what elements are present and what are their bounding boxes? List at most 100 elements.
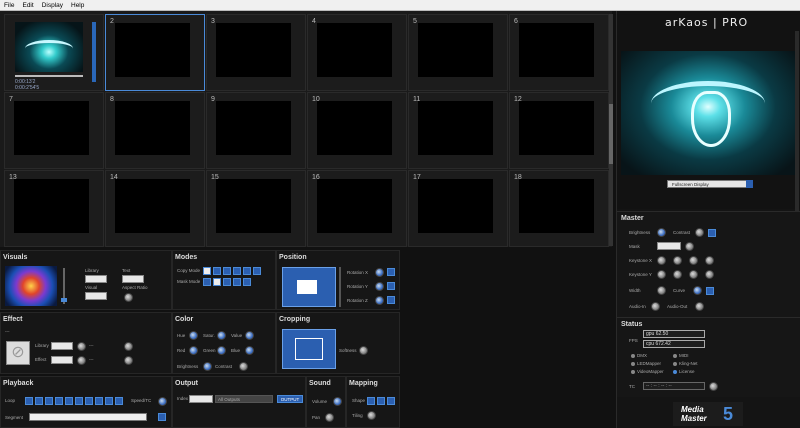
volume-knob[interactable] bbox=[333, 397, 342, 406]
menu-help[interactable]: Help bbox=[67, 2, 88, 9]
position-slider[interactable] bbox=[339, 267, 341, 307]
keystone-x-knob-2[interactable] bbox=[673, 256, 682, 265]
effect-effect-knob[interactable] bbox=[77, 356, 86, 365]
curve-btn[interactable] bbox=[706, 287, 714, 295]
library-field[interactable] bbox=[85, 275, 107, 283]
clip-cell-10[interactable]: 10 bbox=[307, 92, 407, 169]
visual-field[interactable] bbox=[85, 292, 107, 300]
menu-file[interactable]: File bbox=[0, 2, 18, 9]
copy-mode-btn-3[interactable] bbox=[223, 267, 231, 275]
grid-scrollbar[interactable] bbox=[609, 14, 613, 246]
rotation-z-btn[interactable] bbox=[387, 296, 395, 304]
shape-btn-3[interactable] bbox=[387, 397, 395, 405]
master-brightness-knob[interactable] bbox=[657, 228, 666, 237]
cropping-preview[interactable] bbox=[282, 329, 336, 369]
clip-empty-thumbnail[interactable] bbox=[14, 101, 89, 155]
keystone-y-knob-1[interactable] bbox=[657, 270, 666, 279]
mask-mode-btn-3[interactable] bbox=[223, 278, 231, 286]
clip-empty-thumbnail[interactable] bbox=[519, 179, 594, 233]
clip-empty-thumbnail[interactable] bbox=[216, 101, 291, 155]
keystone-x-knob-1[interactable] bbox=[657, 256, 666, 265]
clip-cell-13[interactable]: 13 bbox=[4, 170, 104, 247]
tiling-knob[interactable] bbox=[367, 411, 376, 420]
segment-pause-btn[interactable] bbox=[158, 413, 166, 421]
effect-effect-field[interactable] bbox=[51, 356, 73, 364]
blue-knob[interactable] bbox=[245, 346, 254, 355]
effect-param-knob-1[interactable] bbox=[124, 342, 133, 351]
effect-param-knob-2[interactable] bbox=[124, 356, 133, 365]
clip-cell-4[interactable]: 4 bbox=[307, 14, 407, 91]
segment-bar[interactable] bbox=[29, 413, 147, 421]
clip-cell-18[interactable]: 18 bbox=[509, 170, 609, 247]
clip-cell-3[interactable]: 3 bbox=[206, 14, 306, 91]
clip-cell-8[interactable]: 8 bbox=[105, 92, 205, 169]
clip-thumbnail[interactable] bbox=[15, 22, 83, 72]
mask-mode-btn-2[interactable] bbox=[213, 278, 221, 286]
effect-library-knob[interactable] bbox=[77, 342, 86, 351]
clip-empty-thumbnail[interactable] bbox=[418, 23, 493, 77]
shape-btn-2[interactable] bbox=[377, 397, 385, 405]
mask-mode-btn-4[interactable] bbox=[233, 278, 241, 286]
copy-mode-btn-5[interactable] bbox=[243, 267, 251, 275]
rotation-x-btn[interactable] bbox=[387, 268, 395, 276]
clip-cell-5[interactable]: 5 bbox=[408, 14, 508, 91]
forward-btn[interactable] bbox=[95, 397, 103, 405]
shape-btn-1[interactable] bbox=[367, 397, 375, 405]
text-field[interactable] bbox=[122, 275, 144, 283]
rotation-y-btn[interactable] bbox=[387, 282, 395, 290]
keystone-x-knob-3[interactable] bbox=[689, 256, 698, 265]
curve-knob[interactable] bbox=[693, 286, 702, 295]
clip-empty-thumbnail[interactable] bbox=[115, 101, 190, 155]
position-preview[interactable] bbox=[282, 267, 336, 307]
play-reverse-btn[interactable] bbox=[65, 397, 73, 405]
clip-empty-thumbnail[interactable] bbox=[418, 101, 493, 155]
rotation-y-knob[interactable] bbox=[375, 282, 384, 291]
mask-field[interactable] bbox=[657, 242, 681, 250]
clip-empty-thumbnail[interactable] bbox=[14, 179, 89, 233]
clip-empty-thumbnail[interactable] bbox=[317, 101, 392, 155]
clip-cell-7[interactable]: 7 bbox=[4, 92, 104, 169]
keystone-y-knob-2[interactable] bbox=[673, 270, 682, 279]
visual-thumbnail[interactable] bbox=[5, 266, 57, 306]
clip-cell-12[interactable]: 12 bbox=[509, 92, 609, 169]
clip-level-bar[interactable] bbox=[92, 22, 96, 82]
aspect-ratio-knob[interactable] bbox=[124, 293, 133, 302]
clip-cell-6[interactable]: 6 bbox=[509, 14, 609, 91]
output-value-field[interactable]: All Outputs bbox=[215, 395, 273, 403]
clip-empty-thumbnail[interactable] bbox=[418, 179, 493, 233]
effect-library-field[interactable] bbox=[51, 342, 73, 350]
pan-knob[interactable] bbox=[325, 413, 334, 422]
clip-empty-thumbnail[interactable] bbox=[519, 101, 594, 155]
position-frame[interactable] bbox=[297, 280, 317, 294]
clip-cell-14[interactable]: 14 bbox=[105, 170, 205, 247]
rotation-z-knob[interactable] bbox=[375, 296, 384, 305]
clip-empty-thumbnail[interactable] bbox=[317, 179, 392, 233]
audio-in-knob[interactable] bbox=[651, 302, 660, 311]
clip-cell-9[interactable]: 9 bbox=[206, 92, 306, 169]
satur-knob[interactable] bbox=[217, 331, 226, 340]
keystone-y-knob-4[interactable] bbox=[705, 270, 714, 279]
softness-knob[interactable] bbox=[359, 346, 368, 355]
clip-cell-16[interactable]: 16 bbox=[307, 170, 407, 247]
keystone-y-knob-3[interactable] bbox=[689, 270, 698, 279]
pause-btn[interactable] bbox=[75, 397, 83, 405]
clip-empty-thumbnail[interactable] bbox=[317, 23, 392, 77]
clip-empty-thumbnail[interactable] bbox=[216, 179, 291, 233]
output-button[interactable]: OUTPUT bbox=[277, 395, 303, 403]
clip-empty-thumbnail[interactable] bbox=[115, 179, 190, 233]
copy-mode-btn-6[interactable] bbox=[253, 267, 261, 275]
copy-mode-btn-4[interactable] bbox=[233, 267, 241, 275]
crop-frame[interactable] bbox=[295, 338, 323, 360]
visual-level-handle[interactable] bbox=[61, 298, 67, 302]
prev-btn[interactable] bbox=[35, 397, 43, 405]
index-field[interactable] bbox=[189, 395, 213, 403]
mask-mode-btn-1[interactable] bbox=[203, 278, 211, 286]
clip-cell-17[interactable]: 17 bbox=[408, 170, 508, 247]
rotation-x-knob[interactable] bbox=[375, 268, 384, 277]
rewind-btn[interactable] bbox=[45, 397, 53, 405]
clip-empty-thumbnail[interactable] bbox=[216, 23, 291, 77]
mask-knob[interactable] bbox=[685, 242, 694, 251]
clip-cell-11[interactable]: 11 bbox=[408, 92, 508, 169]
play-btn[interactable] bbox=[85, 397, 93, 405]
copy-mode-btn-2[interactable] bbox=[213, 267, 221, 275]
